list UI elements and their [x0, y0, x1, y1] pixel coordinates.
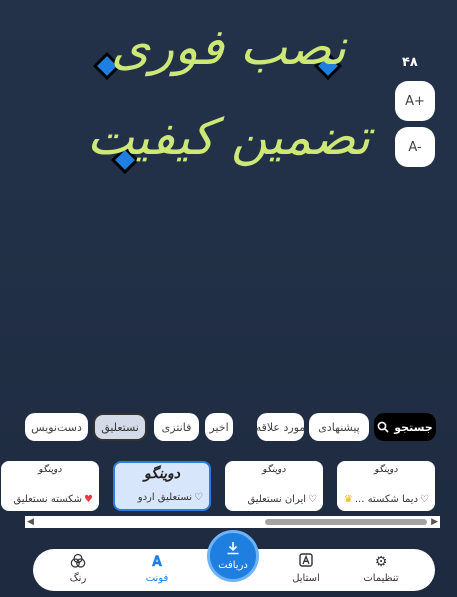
download-label: دریافت [218, 560, 248, 571]
chip-favorites[interactable]: مورد علاقه [256, 413, 305, 441]
nav-settings[interactable]: ⚙ تنظیمات [351, 553, 411, 584]
canvas-text-line-1[interactable]: نصب فوری [0, 18, 457, 76]
color-circles-icon [48, 553, 108, 571]
crown-icon: ♛ [343, 494, 353, 505]
font-card[interactable]: دوینگو ♥ شکسته نستعلیق [1, 461, 99, 511]
scroll-left-arrow-icon[interactable]: ◀ [27, 517, 34, 527]
style-icon [276, 553, 336, 571]
font-icon: 𝐀 [152, 554, 162, 570]
scrollbar-thumb[interactable] [265, 519, 427, 525]
font-size-value: ۴۸ [402, 55, 418, 70]
search-icon [377, 421, 389, 433]
heart-icon[interactable]: ♡ [420, 494, 429, 505]
scroll-right-arrow-icon[interactable]: ▶ [431, 517, 438, 527]
chip-fantasy[interactable]: فانتزی [154, 413, 199, 441]
nav-style-label: استایل [292, 573, 320, 584]
nav-settings-label: تنظیمات [363, 573, 399, 584]
chip-recent[interactable]: اخیر [205, 413, 233, 441]
horizontal-scrollbar[interactable]: ◀ ▶ [25, 516, 440, 528]
gear-icon: ⚙ [374, 554, 388, 570]
nav-style[interactable]: استایل [276, 553, 336, 584]
font-card-label: ♡ دیما شکسته ... ♛ [341, 494, 429, 505]
heart-filled-icon[interactable]: ♥ [84, 494, 93, 505]
font-card[interactable]: دوینگو ♡ ایران نستعلیق [225, 461, 323, 511]
text-canvas[interactable]: نصب فوری تضمین کیفیت [0, 0, 457, 400]
font-card-label: ♥ شکسته نستعلیق [5, 494, 93, 505]
font-card-label: ♡ ایران نستعلیق [229, 494, 317, 505]
font-card-label: ♡ نستعلیق اردو [119, 492, 203, 503]
nav-font-label: فونت [145, 573, 169, 584]
increase-font-size-button[interactable]: A+ [395, 81, 435, 121]
font-name: نستعلیق اردو [137, 492, 193, 503]
download-button[interactable]: دریافت [207, 530, 259, 582]
font-name: شکسته نستعلیق [13, 494, 83, 505]
chip-handwritten[interactable]: دست‌نویس [25, 413, 88, 441]
font-card[interactable]: دوینگو ♡ دیما شکسته ... ♛ [337, 461, 435, 511]
nav-color-label: رنگ [69, 573, 87, 584]
chip-suggested[interactable]: پیشنهادی [309, 413, 369, 441]
font-card-selected[interactable]: دوینگو ♡ نستعلیق اردو [113, 461, 211, 511]
font-preview: دوینگو [143, 466, 181, 482]
font-list: دوینگو ♡ دیما شکسته ... ♛ دوینگو ♡ ایران… [0, 461, 457, 513]
canvas-text-line-2[interactable]: تضمین کیفیت [0, 108, 457, 166]
category-chips: جستجو پیشنهادی مورد علاقه اخیر فانتزی نس… [0, 413, 457, 443]
heart-icon[interactable]: ♡ [308, 494, 317, 505]
font-name: دیما شکسته ... [354, 494, 419, 505]
heart-icon[interactable]: ♡ [194, 492, 203, 503]
font-preview: دوینگو [38, 465, 62, 475]
nav-color[interactable]: رنگ [48, 553, 108, 584]
font-name: ایران نستعلیق [247, 494, 307, 505]
font-preview: دوینگو [262, 465, 286, 475]
chip-nastaliq[interactable]: نستعلیق [93, 413, 147, 441]
search-chip-label: جستجو [394, 420, 433, 434]
decrease-font-size-button[interactable]: A- [395, 127, 435, 167]
search-chip[interactable]: جستجو [374, 413, 436, 441]
nav-font[interactable]: 𝐀 فونت [127, 553, 187, 584]
download-icon [226, 541, 240, 558]
font-preview: دوینگو [374, 465, 398, 475]
